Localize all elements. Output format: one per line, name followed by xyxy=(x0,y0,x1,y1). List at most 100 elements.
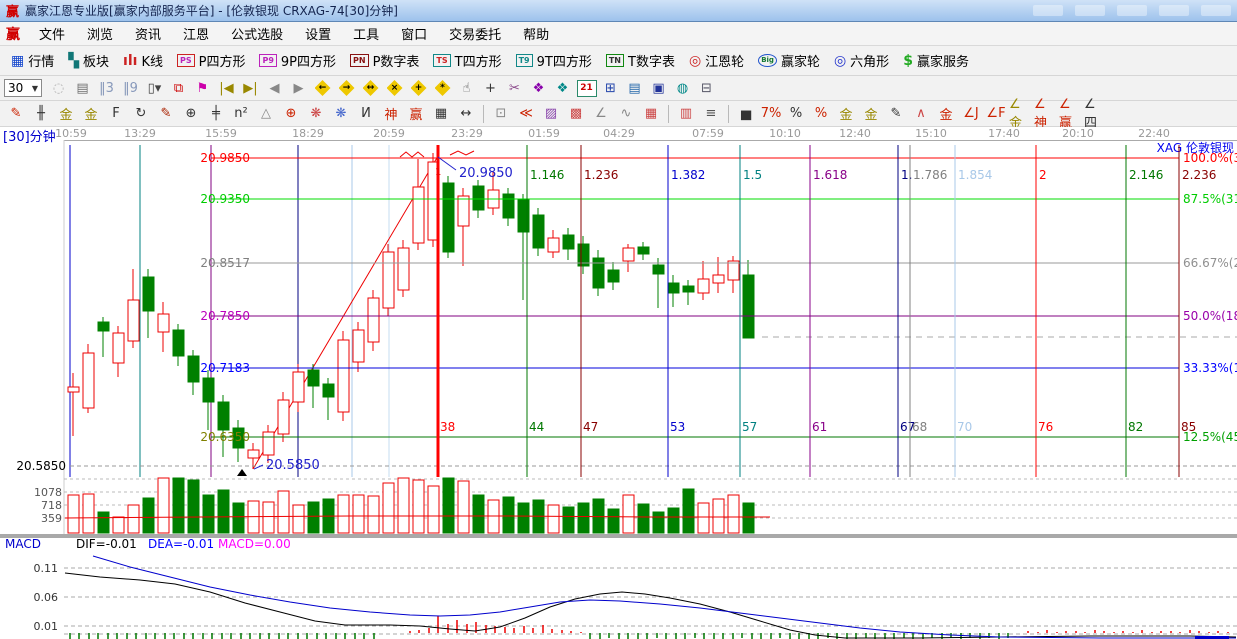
menu-item-1[interactable]: 浏览 xyxy=(76,24,124,43)
menu-item-3[interactable]: 江恩 xyxy=(172,24,220,43)
titlebar-control[interactable] xyxy=(1117,5,1147,16)
width-tool-icon[interactable]: ↔ xyxy=(454,103,478,125)
disabled-net-icon[interactable]: ◌ xyxy=(47,78,70,98)
titlebar-control[interactable] xyxy=(1201,5,1231,16)
angle-si-tool-icon[interactable]: ∠四 xyxy=(1084,103,1108,125)
menu-item-5[interactable]: 设置 xyxy=(294,24,342,43)
angle-tool-icon[interactable]: △ xyxy=(254,103,278,125)
spiral-tool-icon[interactable]: ↻ xyxy=(129,103,153,125)
fan-box-tool-icon[interactable]: ▨ xyxy=(539,103,563,125)
trendline-tool-icon[interactable]: ∠ xyxy=(589,103,613,125)
hexagon-button[interactable]: ◎六角形 xyxy=(827,48,896,74)
color-flag-icon[interactable]: ⚑ xyxy=(191,78,214,98)
shift-left-icon[interactable]: ← xyxy=(311,78,334,98)
fan-tool-icon[interactable]: ≪ xyxy=(514,103,538,125)
purple-tool-icon[interactable]: ❖ xyxy=(527,78,550,98)
angle-gold-tool-icon[interactable]: ∠金 xyxy=(1009,103,1033,125)
web2-tool-icon[interactable]: ❋ xyxy=(329,103,353,125)
menu-item-6[interactable]: 工具 xyxy=(342,24,390,43)
prev-bar-icon[interactable]: ◀ xyxy=(263,78,286,98)
menu-item-8[interactable]: 交易委托 xyxy=(438,24,512,43)
menu-item-0[interactable]: 文件 xyxy=(28,24,76,43)
web-box-tool-icon[interactable]: ▩ xyxy=(564,103,588,125)
menu-item-2[interactable]: 资讯 xyxy=(124,24,172,43)
calculator-icon[interactable]: ⊞ xyxy=(599,78,622,98)
grid-tool-icon[interactable]: ▦ xyxy=(639,103,663,125)
bars-3-icon[interactable]: ‖3 xyxy=(95,78,118,98)
titlebar-control[interactable] xyxy=(1159,5,1189,16)
p-number-button[interactable]: PNP数字表 xyxy=(343,48,426,74)
sectors-button[interactable]: ▚板块 xyxy=(61,48,116,74)
pencil2-tool-icon[interactable]: ✎ xyxy=(154,103,178,125)
percent7-tool-icon[interactable]: 7% xyxy=(759,103,783,125)
ruler123-tool-icon[interactable]: ▦ xyxy=(429,103,453,125)
next-bar-icon[interactable]: ▶ xyxy=(287,78,310,98)
expand-h-icon[interactable]: ↔ xyxy=(359,78,382,98)
percent-line-tool-icon[interactable]: % xyxy=(809,103,833,125)
winner-service-button[interactable]: $赢家服务 xyxy=(896,48,976,74)
clipboard-icon[interactable]: ▤ xyxy=(71,78,94,98)
shen-tool-icon[interactable]: 神 xyxy=(379,103,403,125)
t-number-button[interactable]: TNT数字表 xyxy=(599,48,682,74)
formula-stamp-icon[interactable]: ⧉ xyxy=(167,78,190,98)
titlebar-control[interactable] xyxy=(1033,5,1063,16)
gold-section2-tool-icon[interactable]: 金 xyxy=(79,103,103,125)
wave-tool-icon[interactable]: ∿ xyxy=(614,103,638,125)
p-square-button[interactable]: PSP四方形 xyxy=(170,48,252,74)
measure-icon[interactable]: ✂ xyxy=(503,78,526,98)
web1-tool-icon[interactable]: ❋ xyxy=(304,103,328,125)
angle-shen-tool-icon[interactable]: ∠神 xyxy=(1034,103,1058,125)
last-bar-icon[interactable]: ▶| xyxy=(239,78,262,98)
pen-bars-tool-icon[interactable]: ✎ xyxy=(884,103,908,125)
notepad-icon[interactable]: ▤ xyxy=(623,78,646,98)
quotes-button[interactable]: ▦行情 xyxy=(4,48,61,74)
fibonacci-tool-icon[interactable]: F xyxy=(104,103,128,125)
gold-circle-tool-icon[interactable]: 金 xyxy=(834,103,858,125)
compress-icon[interactable]: × xyxy=(383,78,406,98)
print-icon[interactable]: ⊟ xyxy=(695,78,718,98)
t9-square-button[interactable]: T99T四方形 xyxy=(509,48,599,74)
menu-item-9[interactable]: 帮助 xyxy=(512,24,560,43)
volume-tool-icon[interactable]: ▅ xyxy=(734,103,758,125)
zoom-all-icon[interactable]: * xyxy=(431,78,454,98)
chart-canvas[interactable]: 10:5913:2915:5918:2920:5923:2901:5904:29… xyxy=(0,127,1237,639)
percent-tool-icon[interactable]: % xyxy=(784,103,808,125)
menu-item-7[interactable]: 窗口 xyxy=(390,24,438,43)
box-select-tool-icon[interactable]: ⊡ xyxy=(489,103,513,125)
compass-tool-icon[interactable]: ⊕ xyxy=(279,103,303,125)
menu-item-4[interactable]: 公式选股 xyxy=(220,24,294,43)
gold-section-tool-icon[interactable]: 金 xyxy=(54,103,78,125)
shift-right-icon[interactable]: → xyxy=(335,78,358,98)
angle-ying-tool-icon[interactable]: ∠赢 xyxy=(1059,103,1083,125)
titlebar-control[interactable] xyxy=(1075,5,1105,16)
gann-wheel-button[interactable]: ◎江恩轮 xyxy=(682,48,751,74)
period-select[interactable]: 30▼ xyxy=(4,79,42,97)
zigzag-tool-icon[interactable]: И xyxy=(354,103,378,125)
kline-button[interactable]: ılıK线 xyxy=(116,48,170,74)
save-icon[interactable]: ▣ xyxy=(647,78,670,98)
winner-wheel-button[interactable]: Big赢家轮 xyxy=(751,48,827,74)
gold-under-tool-icon[interactable]: 金 xyxy=(934,103,958,125)
angle-j-tool-icon[interactable]: ∠J xyxy=(959,103,983,125)
web-icon[interactable]: ◍ xyxy=(671,78,694,98)
bars-9-icon[interactable]: ‖9 xyxy=(119,78,142,98)
zoom-in-icon[interactable]: + xyxy=(407,78,430,98)
gann-grid-tool-icon[interactable]: ╫ xyxy=(29,103,53,125)
lines3-tool-icon[interactable]: ≡ xyxy=(699,103,723,125)
ying-tool-icon[interactable]: 赢 xyxy=(404,103,428,125)
wave-a-tool-icon[interactable]: ∧ xyxy=(909,103,933,125)
gold-line-tool-icon[interactable]: 金 xyxy=(859,103,883,125)
pan-hand-icon[interactable]: ☝ xyxy=(455,78,478,98)
pencil-tool-icon[interactable]: ✎ xyxy=(4,103,28,125)
angle-f-tool-icon[interactable]: ∠F xyxy=(984,103,1008,125)
square-of-nine-tool-icon[interactable]: n² xyxy=(229,103,253,125)
gann-ruler-tool-icon[interactable]: ╪ xyxy=(204,103,228,125)
first-bar-icon[interactable]: |◀ xyxy=(215,78,238,98)
crosshair-icon[interactable]: + xyxy=(479,78,502,98)
teal-tool-icon[interactable]: ❖ xyxy=(551,78,574,98)
candle-style-icon[interactable]: ▯▾ xyxy=(143,78,166,98)
p9-square-button[interactable]: P99P四方形 xyxy=(252,48,343,74)
grid2-tool-icon[interactable]: ▥ xyxy=(674,103,698,125)
circle-cross-tool-icon[interactable]: ⊕ xyxy=(179,103,203,125)
t-square-button[interactable]: TST四方形 xyxy=(426,48,508,74)
